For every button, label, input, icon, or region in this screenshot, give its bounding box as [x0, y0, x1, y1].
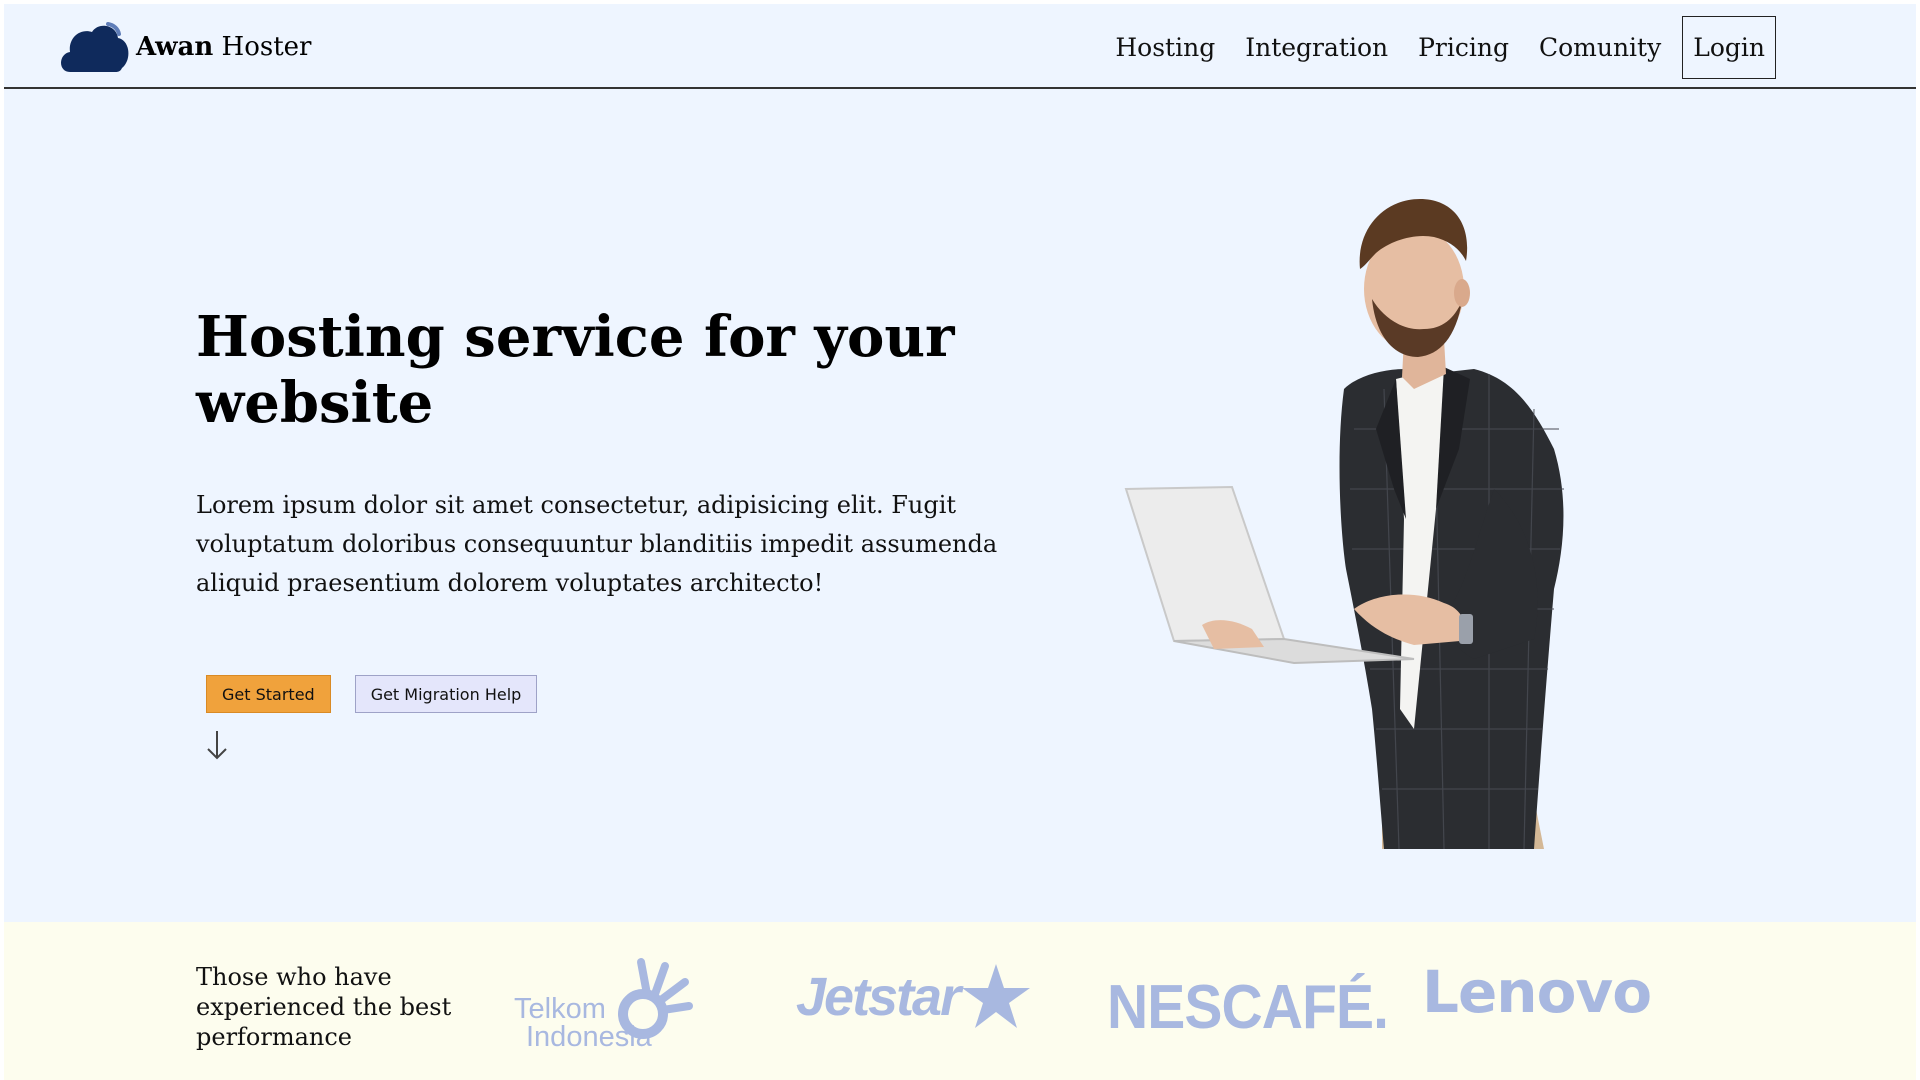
brand-name-rest: Hoster: [221, 32, 312, 62]
cloud-icon: [61, 22, 129, 72]
star-icon: [962, 964, 1030, 1028]
lenovo-wordmark: Lenovo: [1422, 958, 1652, 1026]
nav-menu: Hosting Integration Pricing Comunity Log…: [1100, 14, 1776, 80]
nescafe-logo: NESCAFÉ.: [1107, 966, 1389, 1042]
jetstar-logo: Jetstar: [794, 962, 1034, 1032]
telkom-logo-line1: Telkom: [514, 993, 606, 1025]
brand-name: Awan Hoster: [136, 32, 311, 62]
hero-title: Hosting service for your website: [196, 304, 955, 436]
hero-buttons: Get Started Get Migration Help: [206, 675, 538, 713]
telkom-indonesia-logo: Telkom Indonesia: [512, 954, 702, 1054]
lenovo-logo: Lenovo: [1422, 958, 1662, 1028]
brand-logo-link[interactable]: Awan Hoster: [56, 14, 311, 80]
nescafe-wordmark: NESCAFÉ.: [1107, 973, 1389, 1042]
navbar: Awan Hoster Hosting Integration Pricing …: [4, 4, 1916, 89]
page: Awan Hoster Hosting Integration Pricing …: [4, 4, 1916, 1080]
nav-link-integration[interactable]: Integration: [1230, 33, 1403, 62]
login-button[interactable]: Login: [1682, 15, 1776, 79]
partners-heading: Those who have experienced the best perf…: [196, 963, 452, 1051]
partners-section: Those who have experienced the best perf…: [4, 922, 1916, 1080]
telkom-hand-icon: [618, 958, 693, 1039]
nav-link-comunity[interactable]: Comunity: [1524, 33, 1676, 62]
migration-help-button[interactable]: Get Migration Help: [354, 675, 538, 713]
jetstar-wordmark: Jetstar: [796, 967, 961, 1027]
arrow-down-icon[interactable]: [204, 728, 230, 762]
nav-link-pricing[interactable]: Pricing: [1403, 33, 1524, 62]
nav-link-hosting[interactable]: Hosting: [1100, 33, 1230, 62]
get-started-button[interactable]: Get Started: [206, 675, 331, 713]
hero-description: Lorem ipsum dolor sit amet consectetur, …: [196, 491, 998, 597]
man-with-laptop-photo: [1124, 199, 1564, 849]
brand-name-bold: Awan: [136, 32, 214, 62]
